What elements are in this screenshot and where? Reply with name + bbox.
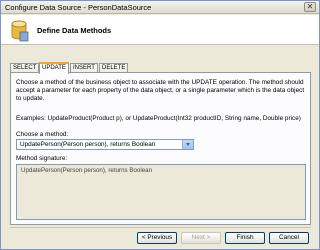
- close-icon[interactable]: ✕: [304, 2, 316, 12]
- choose-method-label: Choose a method:: [16, 131, 69, 138]
- page-heading: Define Data Methods: [37, 26, 112, 35]
- configure-data-source-dialog: Configure Data Source - PersonDataSource…: [0, 0, 320, 250]
- method-dropdown-value: UpdatePerson(Person person), returns Boo…: [20, 141, 156, 148]
- previous-button[interactable]: < Previous: [137, 232, 177, 244]
- method-signature-value: UpdatePerson(Person person), returns Boo…: [21, 167, 153, 174]
- method-signature-label: Method signature:: [16, 155, 68, 162]
- examples-text: Examples: UpdateProduct(Product p), or U…: [16, 115, 301, 122]
- method-signature-box[interactable]: UpdatePerson(Person person), returns Boo…: [16, 164, 306, 220]
- window-title: Configure Data Source - PersonDataSource: [5, 3, 152, 12]
- footer-divider: [10, 227, 311, 228]
- method-dropdown[interactable]: UpdatePerson(Person person), returns Boo…: [16, 139, 194, 150]
- title-bar[interactable]: Configure Data Source - PersonDataSource…: [1, 1, 319, 14]
- wizard-header: Define Data Methods: [1, 15, 319, 45]
- database-icon: [11, 20, 29, 42]
- cancel-button[interactable]: Cancel: [269, 232, 309, 244]
- tab-update[interactable]: UPDATE: [39, 62, 69, 74]
- tab-panel-update: Choose a method of the business object t…: [10, 72, 311, 225]
- next-button[interactable]: Next >: [181, 232, 221, 244]
- operation-description: Choose a method of the business object t…: [16, 79, 305, 102]
- chevron-down-icon[interactable]: [182, 140, 193, 149]
- finish-button[interactable]: Finish: [225, 232, 265, 244]
